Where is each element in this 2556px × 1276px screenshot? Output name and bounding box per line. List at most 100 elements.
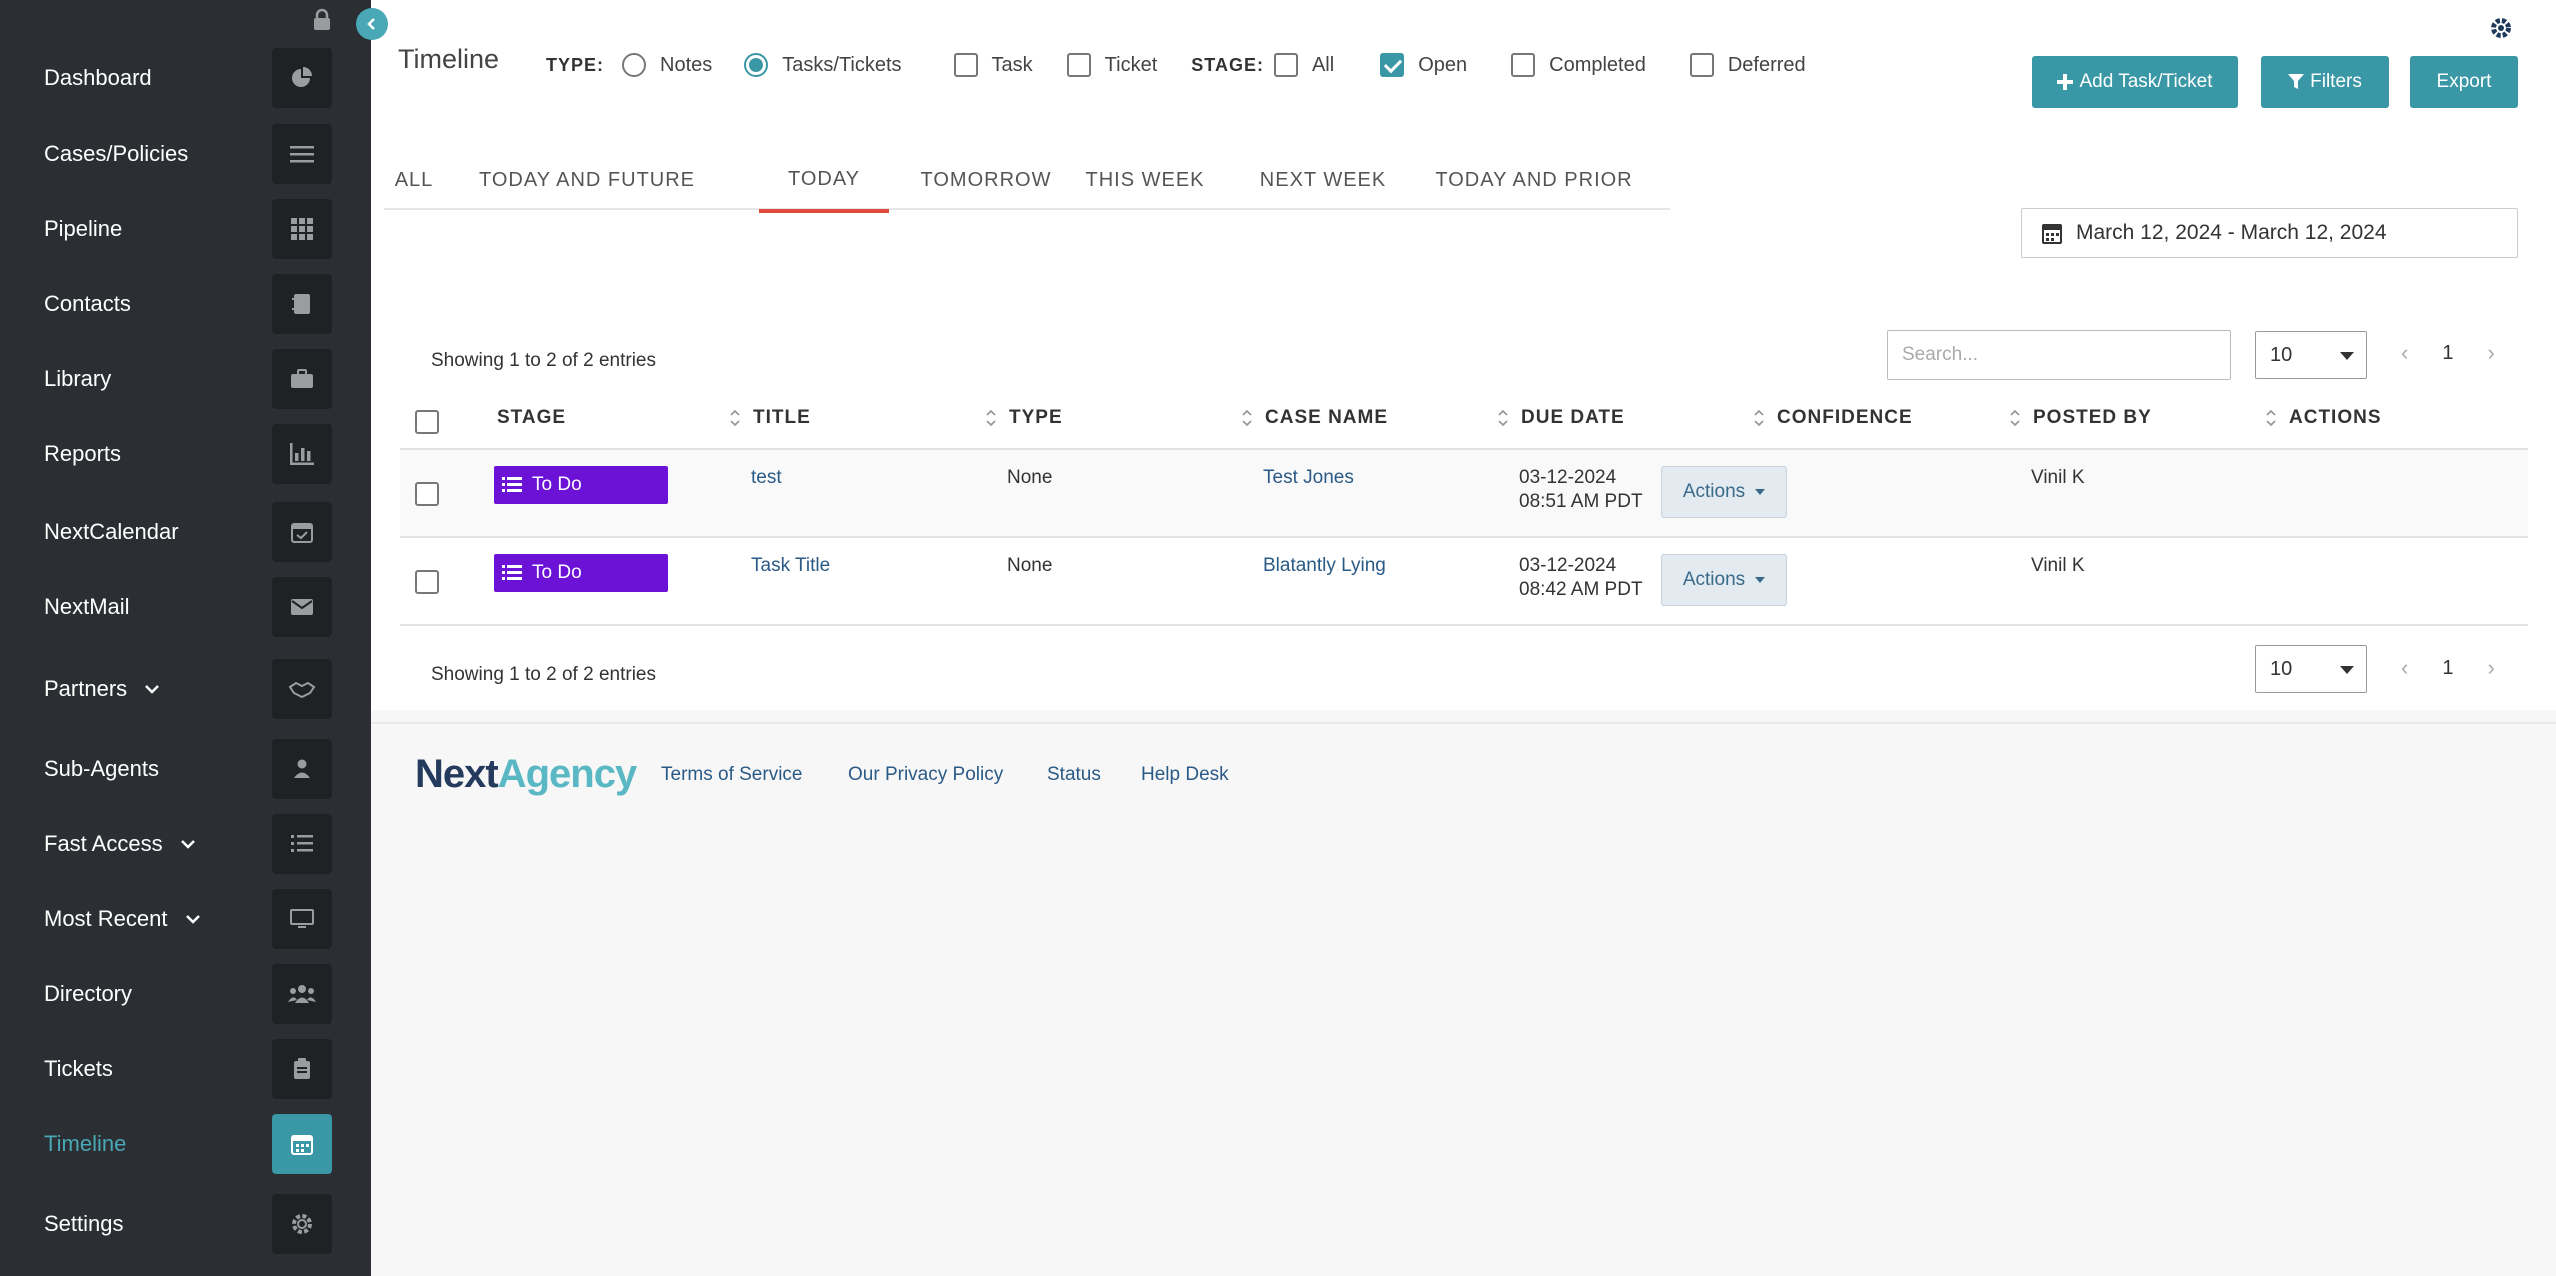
task-checkbox[interactable] [953, 53, 978, 77]
export-label: Export [2436, 71, 2492, 92]
sort-icon[interactable] [1241, 408, 1253, 428]
row-checkbox[interactable] [415, 570, 439, 594]
posted-by: Vinil K [2031, 555, 2085, 576]
stage-all-checkbox[interactable] [1273, 53, 1298, 77]
next-page-icon[interactable]: › [2487, 340, 2494, 366]
add-task-ticket-button[interactable]: Add Task/Ticket [2032, 56, 2238, 108]
sort-icon[interactable] [1753, 408, 1765, 428]
stage-open-label: Open [1418, 53, 1468, 76]
tab-all[interactable]: ALL [384, 150, 444, 210]
stage-completed-checkbox[interactable] [1511, 53, 1536, 77]
sidebar-item-contacts[interactable]: Contacts [0, 274, 371, 334]
privacy-policy-link[interactable]: Our Privacy Policy [848, 764, 1003, 786]
sidebar-item-nextmail[interactable]: NextMail [0, 577, 371, 637]
page-size-value: 10 [2270, 343, 2293, 366]
stage-all-label: All [1311, 53, 1335, 76]
column-stage[interactable]: STAGE [497, 386, 566, 450]
caret-down-icon [1755, 489, 1766, 495]
sidebar-item-directory[interactable]: Directory [0, 964, 371, 1024]
stage-open-checkbox[interactable] [1380, 53, 1405, 77]
sidebar-item-sub-agents[interactable]: Sub-Agents [0, 739, 371, 799]
page-size-value: 10 [2270, 657, 2293, 680]
logo-part-agency: Agency [497, 752, 637, 796]
filters-button[interactable]: Filters [2261, 56, 2389, 108]
column-case-name[interactable]: CASE NAME [1265, 386, 1388, 450]
posted-by: Vinil K [2031, 467, 2085, 488]
case-name-link[interactable]: Test Jones [1263, 466, 1354, 490]
sidebar-item-most-recent[interactable]: Most Recent [0, 889, 371, 949]
prev-page-icon[interactable]: ‹ [2401, 340, 2408, 366]
chevron-down-icon[interactable] [184, 910, 202, 928]
column-title[interactable]: TITLE [753, 386, 811, 450]
sidebar-item-settings[interactable]: Settings [0, 1194, 371, 1254]
search-input[interactable] [1887, 330, 2231, 380]
task-title-link[interactable]: test [751, 466, 782, 490]
sidebar-item-cases-policies[interactable]: Cases/Policies [0, 124, 371, 184]
terms-of-service-link[interactable]: Terms of Service [661, 764, 802, 786]
prev-page-icon[interactable]: ‹ [2401, 655, 2408, 681]
gear-icon[interactable] [2489, 16, 2513, 40]
sidebar-item-label: Pipeline [44, 216, 123, 241]
select-all-checkbox[interactable] [415, 410, 439, 434]
sidebar-item-pipeline[interactable]: Pipeline [0, 199, 371, 259]
status-link[interactable]: Status [1047, 764, 1101, 786]
current-page[interactable]: 1 [2442, 342, 2453, 365]
ticket-checkbox[interactable] [1066, 53, 1091, 77]
column-confidence[interactable]: CONFIDENCE [1777, 386, 1913, 450]
tab-today-and-future[interactable]: TODAY AND FUTURE [472, 150, 702, 210]
page-size-select-bottom[interactable]: 10 [2255, 645, 2367, 693]
notes-radio-label: Notes [660, 53, 713, 76]
sidebar-item-tickets[interactable]: Tickets [0, 1039, 371, 1099]
sort-icon[interactable] [729, 408, 741, 428]
list-icon [272, 814, 332, 874]
row-checkbox[interactable] [415, 482, 439, 506]
page-size-select[interactable]: 10 [2255, 331, 2367, 379]
sidebar-item-nextcalendar[interactable]: NextCalendar [0, 502, 371, 562]
table-row: To Do Task Title None Blatantly Lying 03… [400, 538, 2528, 626]
next-page-icon[interactable]: › [2487, 655, 2494, 681]
stage-deferred-checkbox[interactable] [1689, 53, 1714, 77]
task-type: None [1007, 555, 1053, 576]
chevron-down-icon[interactable] [143, 680, 161, 698]
sort-icon[interactable] [2009, 408, 2021, 428]
tab-today-and-prior[interactable]: TODAY AND PRIOR [1424, 150, 1644, 210]
sidebar: Dashboard Cases/Policies Pipeline Contac… [0, 0, 371, 1276]
chevron-left-icon [367, 18, 375, 30]
notes-radio[interactable] [622, 53, 647, 77]
type-filter: TYPE: Notes Tasks/Tickets Task Ticket ST… [546, 50, 1806, 80]
actions-dropdown-button[interactable]: Actions [1661, 466, 1787, 518]
main-panel: Timeline TYPE: Notes Tasks/Tickets Task … [371, 0, 2556, 710]
tab-today[interactable]: TODAY [759, 150, 889, 213]
export-button[interactable]: Export [2410, 56, 2518, 108]
case-name-link[interactable]: Blatantly Lying [1263, 554, 1386, 578]
current-page[interactable]: 1 [2442, 657, 2453, 680]
chevron-down-icon[interactable] [179, 835, 197, 853]
next-agency-logo[interactable]: NextAgency [415, 752, 637, 797]
tab-next-week[interactable]: NEXT WEEK [1248, 150, 1398, 210]
type-label: TYPE: [546, 54, 605, 75]
sidebar-item-label: Directory [44, 981, 133, 1006]
column-posted-by[interactable]: POSTED BY [2033, 386, 2152, 450]
tab-tomorrow[interactable]: TOMORROW [916, 150, 1056, 210]
tasks-tickets-radio[interactable] [744, 53, 769, 77]
actions-label: Actions [1682, 481, 1746, 502]
sidebar-item-fast-access[interactable]: Fast Access [0, 814, 371, 874]
date-range-picker[interactable]: March 12, 2024 - March 12, 2024 [2021, 208, 2518, 258]
sort-icon[interactable] [985, 408, 997, 428]
sidebar-item-library[interactable]: Library [0, 349, 371, 409]
lock-icon[interactable] [311, 8, 333, 32]
actions-dropdown-button[interactable]: Actions [1661, 554, 1787, 606]
help-desk-link[interactable]: Help Desk [1141, 764, 1229, 786]
sidebar-item-timeline[interactable]: Timeline [0, 1114, 371, 1174]
column-type[interactable]: TYPE [1009, 386, 1063, 450]
sort-icon[interactable] [1497, 408, 1509, 428]
task-title-link[interactable]: Task Title [751, 554, 830, 578]
sidebar-item-dashboard[interactable]: Dashboard [0, 48, 371, 108]
sort-icon[interactable] [2265, 408, 2277, 428]
collapse-sidebar-button[interactable] [356, 8, 388, 40]
column-due-date[interactable]: DUE DATE [1521, 386, 1625, 450]
tab-this-week[interactable]: THIS WEEK [1075, 150, 1215, 210]
list-icon [502, 477, 522, 492]
sidebar-item-reports[interactable]: Reports [0, 424, 371, 484]
sidebar-item-partners[interactable]: Partners [0, 659, 371, 719]
